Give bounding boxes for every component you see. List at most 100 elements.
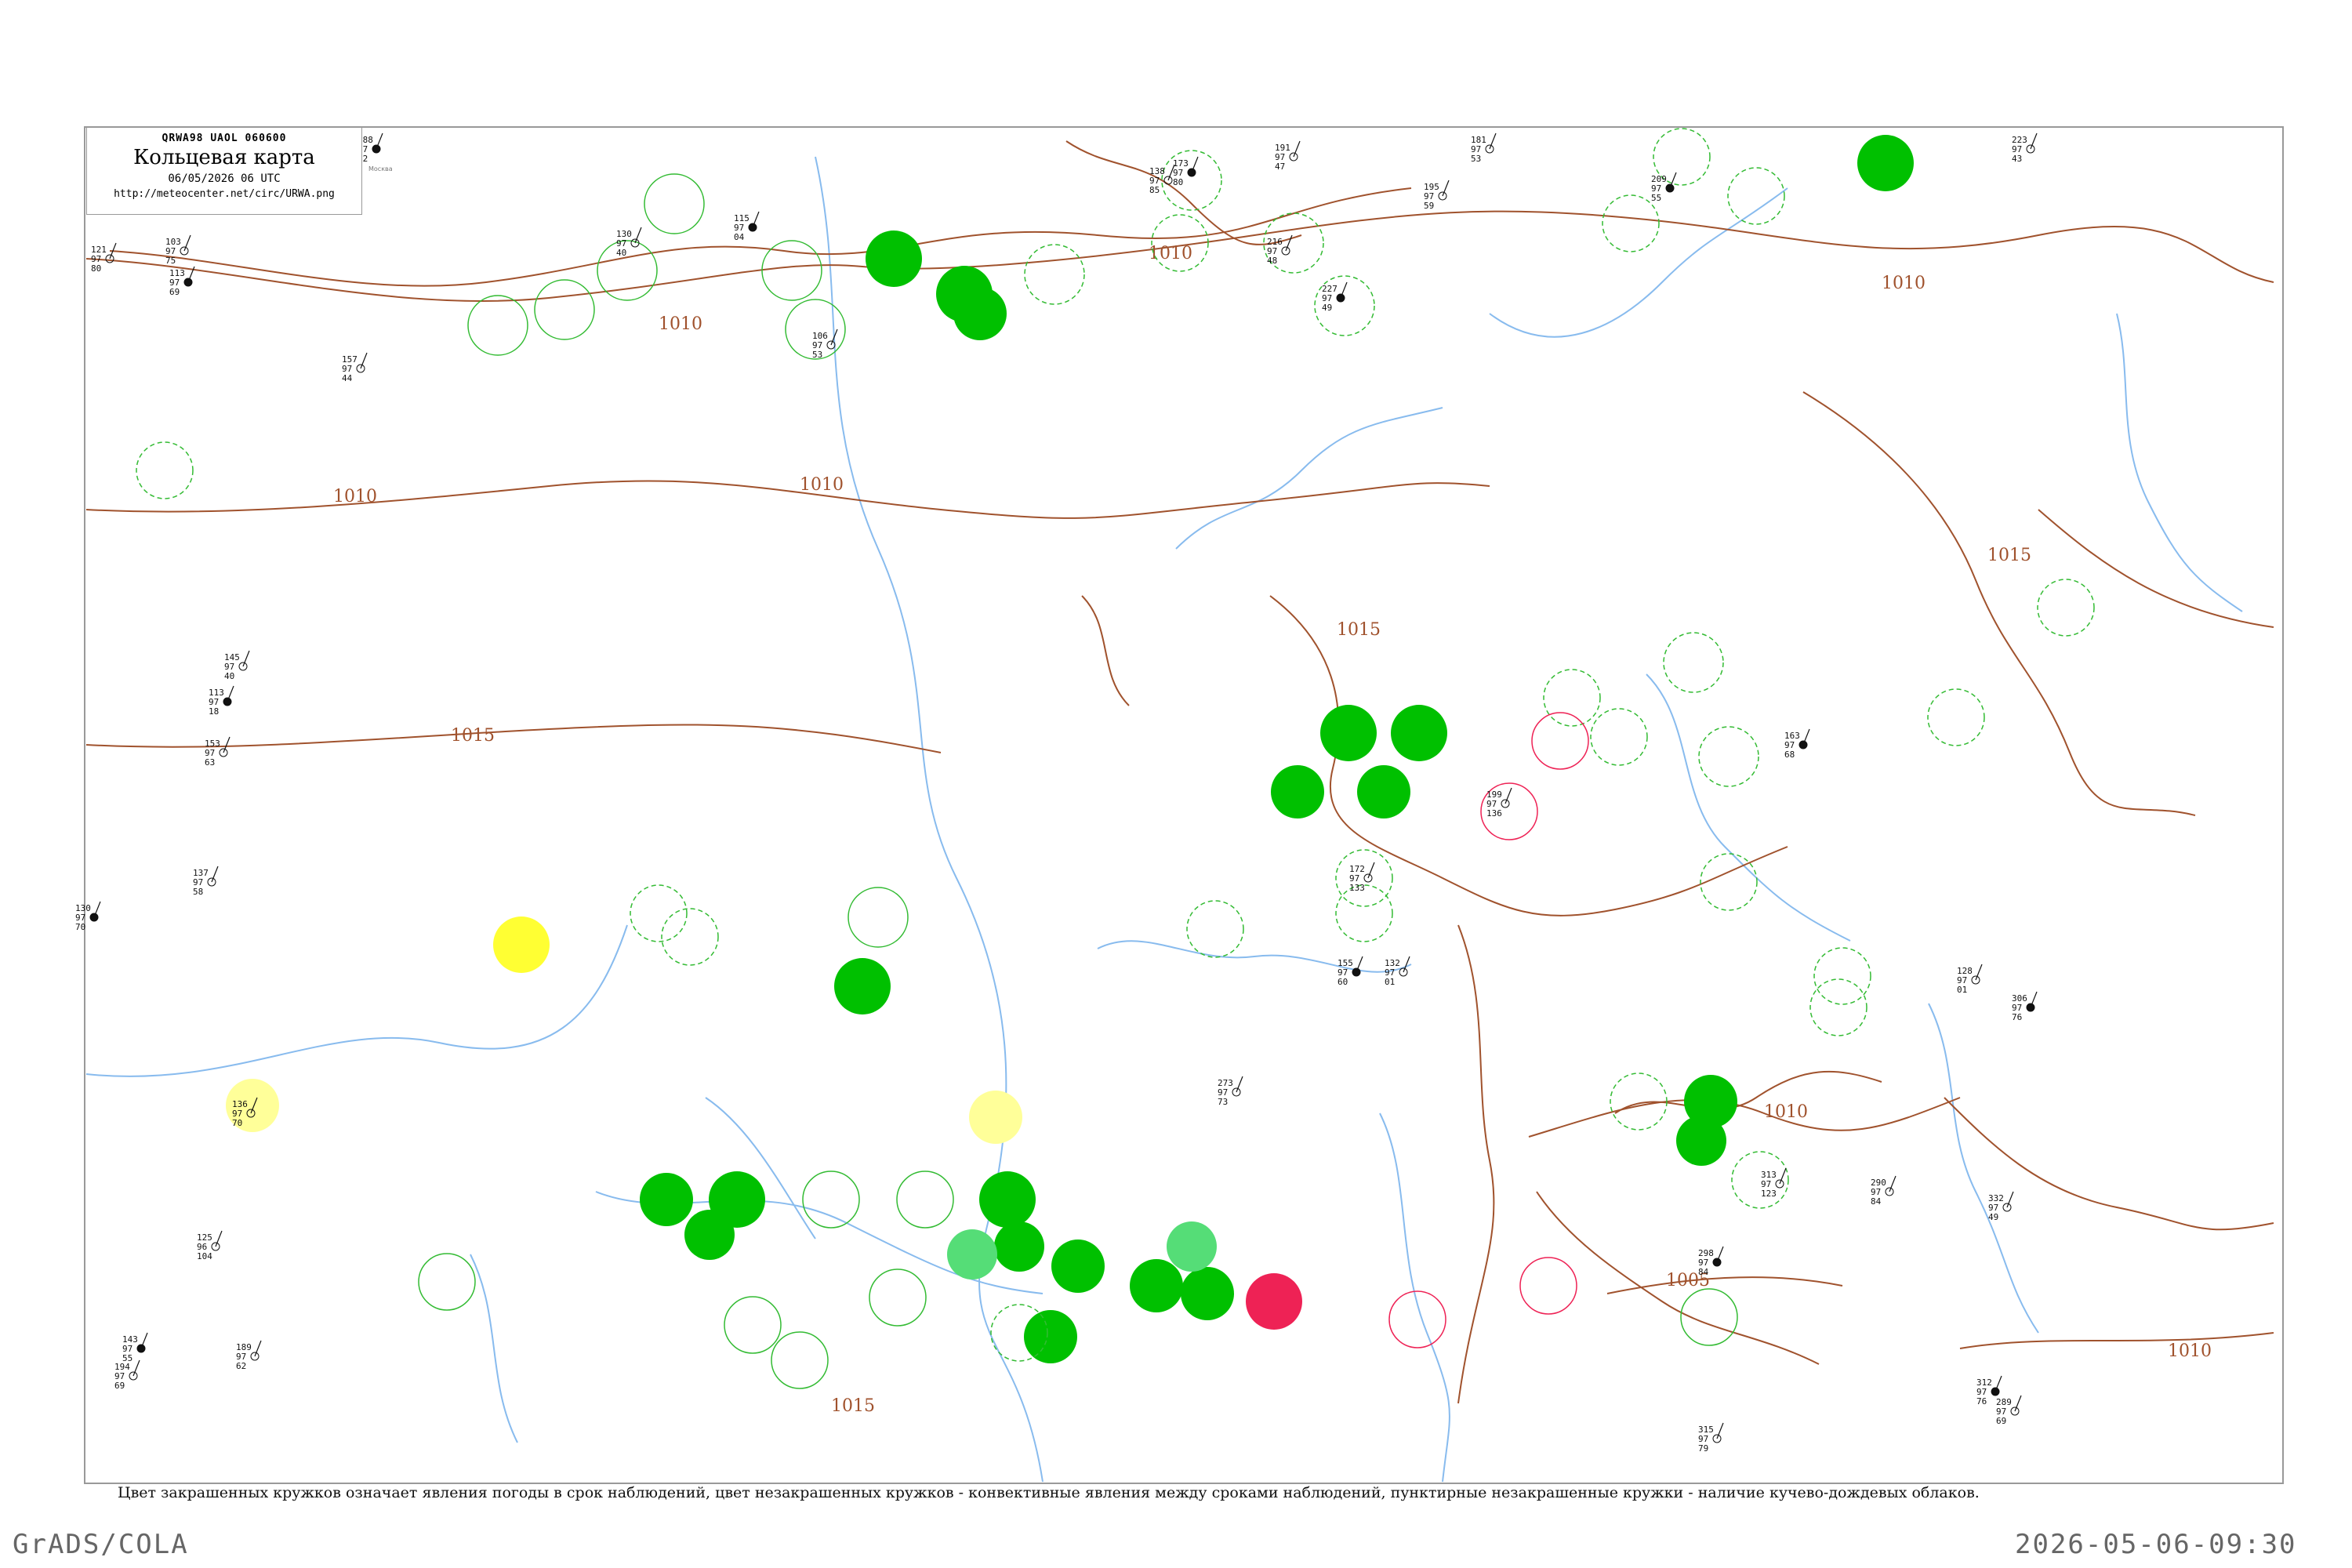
convective-circle bbox=[802, 1171, 860, 1229]
red-convective-circle bbox=[1388, 1290, 1446, 1348]
station-dewpoint: 62 bbox=[236, 1361, 246, 1371]
isobar-label: 1010 bbox=[333, 487, 377, 506]
station-plot: 1159704 bbox=[734, 211, 760, 242]
isobar-label: 1010 bbox=[1764, 1102, 1808, 1122]
station-dewpoint: 55 bbox=[1651, 193, 1661, 203]
map-header: QRWA98 UAOL 060600 Кольцевая карта 06/05… bbox=[86, 127, 362, 215]
station-dewpoint: 40 bbox=[224, 671, 234, 681]
station-plot: 1459740 bbox=[224, 650, 250, 681]
cb-circle bbox=[2037, 579, 2095, 637]
station-name: Москва bbox=[368, 165, 393, 172]
cb-circle bbox=[1161, 150, 1222, 211]
map-title: Кольцевая карта bbox=[133, 146, 315, 169]
station-plot: 2099755 bbox=[1651, 172, 1677, 203]
cb-circle bbox=[1813, 947, 1871, 1005]
green-weather-circle bbox=[866, 230, 922, 287]
convective-circles bbox=[136, 128, 2095, 1389]
station-plot: 1559760 bbox=[1338, 956, 1363, 987]
station-plot: 1739780 bbox=[1173, 156, 1199, 187]
station-dewpoint: 84 bbox=[1871, 1196, 1882, 1207]
green-weather-circle bbox=[640, 1173, 693, 1226]
station-dewpoint: 73 bbox=[1218, 1097, 1228, 1107]
station-plot: 3159779 bbox=[1698, 1422, 1724, 1454]
station-plot: 1039775 bbox=[165, 234, 191, 266]
cb-circle bbox=[1335, 884, 1393, 942]
station-plot: 1379758 bbox=[193, 866, 219, 897]
station-dewpoint: 133 bbox=[1349, 883, 1365, 893]
station-plot: 1949769 bbox=[114, 1359, 140, 1391]
station-dewpoint: 63 bbox=[205, 757, 215, 768]
station-dewpoint: 75 bbox=[165, 256, 176, 266]
station-dewpoint: 04 bbox=[734, 232, 745, 242]
station-plot: 2989784 bbox=[1698, 1246, 1724, 1277]
green-weather-circle bbox=[1391, 705, 1447, 761]
station-dewpoint: 123 bbox=[1761, 1189, 1777, 1199]
station-dewpoint: 69 bbox=[169, 287, 180, 297]
isobar-label: 1010 bbox=[2168, 1341, 2212, 1361]
station-dewpoint: 76 bbox=[2012, 1012, 2022, 1022]
isobars bbox=[85, 210, 2274, 1349]
station-dewpoint: 70 bbox=[232, 1118, 242, 1128]
station-plot: 1439755 bbox=[122, 1332, 148, 1363]
station-plot: 3329749 bbox=[1988, 1191, 2014, 1222]
isobar-label: 1015 bbox=[831, 1396, 875, 1416]
green-weather-circle bbox=[1051, 1240, 1105, 1293]
yellow-weather-circle bbox=[493, 916, 550, 973]
cb-circle bbox=[1602, 194, 1660, 252]
cb-circle bbox=[136, 441, 194, 499]
green-weather-circle bbox=[1357, 765, 1410, 818]
station-dewpoint: 79 bbox=[1698, 1443, 1708, 1454]
station-dewpoint: 80 bbox=[91, 263, 101, 274]
convective-circle bbox=[418, 1253, 476, 1311]
isobar-label: 1015 bbox=[1337, 620, 1381, 640]
footer-credit: GrADS/COLA bbox=[13, 1529, 189, 1560]
green-weather-circle bbox=[979, 1171, 1036, 1228]
light-green-weather-circle bbox=[947, 1229, 997, 1279]
station-plot: 1899762 bbox=[236, 1340, 262, 1371]
convective-circle bbox=[597, 240, 658, 301]
station-plot: 1139769 bbox=[169, 266, 195, 297]
cb-circle bbox=[1024, 244, 1085, 305]
station-plot: 1139718 bbox=[209, 685, 234, 717]
station-plot: 1289701 bbox=[1957, 964, 1983, 995]
station-plot: 2899769 bbox=[1996, 1395, 2022, 1426]
isobar-label: 1015 bbox=[1987, 546, 2031, 565]
map-caption: Цвет закрашенных кружков означает явлени… bbox=[118, 1484, 1980, 1501]
convective-circle bbox=[869, 1269, 927, 1327]
green-weather-circle bbox=[834, 958, 891, 1014]
station-plot: 2739773 bbox=[1218, 1076, 1243, 1107]
borders bbox=[109, 140, 2274, 1404]
isobar-label: 1015 bbox=[451, 726, 495, 746]
red-weather-circle bbox=[1246, 1273, 1302, 1330]
map-url[interactable]: http://meteocenter.net/circ/URWA.png bbox=[87, 188, 361, 200]
station-plot: 2279749 bbox=[1322, 281, 1348, 313]
convective-circle bbox=[644, 173, 705, 234]
cb-circle bbox=[1700, 853, 1758, 911]
station-dewpoint: 104 bbox=[197, 1251, 212, 1261]
bulletin-code: QRWA98 UAOL 060600 bbox=[162, 132, 287, 144]
station-dewpoint: 47 bbox=[1275, 162, 1285, 172]
green-weather-circle bbox=[1857, 135, 1914, 191]
isobar-label: 1010 bbox=[1882, 274, 1926, 293]
station-plot: 12596104 bbox=[197, 1230, 223, 1261]
red-convective-circle bbox=[1531, 712, 1589, 770]
cb-circle bbox=[1543, 669, 1601, 727]
green-weather-circle bbox=[1024, 1310, 1077, 1363]
green-weather-circle bbox=[1676, 1116, 1726, 1166]
station-dewpoint: 69 bbox=[1996, 1416, 2006, 1426]
station-dewpoint: 18 bbox=[209, 706, 219, 717]
station-plot: 0889752Москва bbox=[358, 132, 393, 172]
station-plot: 1579744 bbox=[342, 352, 368, 383]
station-dewpoint: 48 bbox=[1267, 256, 1277, 266]
isobar-label: 1010 bbox=[800, 475, 844, 495]
station-dewpoint: 53 bbox=[812, 350, 822, 360]
station-plot: 1219780 bbox=[91, 242, 117, 274]
isobar-label: 1010 bbox=[1149, 244, 1192, 263]
station-plot: 1309770 bbox=[75, 901, 101, 932]
green-weather-circle bbox=[1320, 705, 1377, 761]
light-green-weather-circle bbox=[1167, 1221, 1217, 1272]
station-dewpoint: 136 bbox=[1486, 808, 1502, 818]
station-dewpoint: 01 bbox=[1385, 977, 1395, 987]
convective-circle bbox=[771, 1331, 829, 1389]
isobar-labels: 1010 1010 1010 1010 1010 1015 1015 1015 … bbox=[333, 244, 2212, 1416]
